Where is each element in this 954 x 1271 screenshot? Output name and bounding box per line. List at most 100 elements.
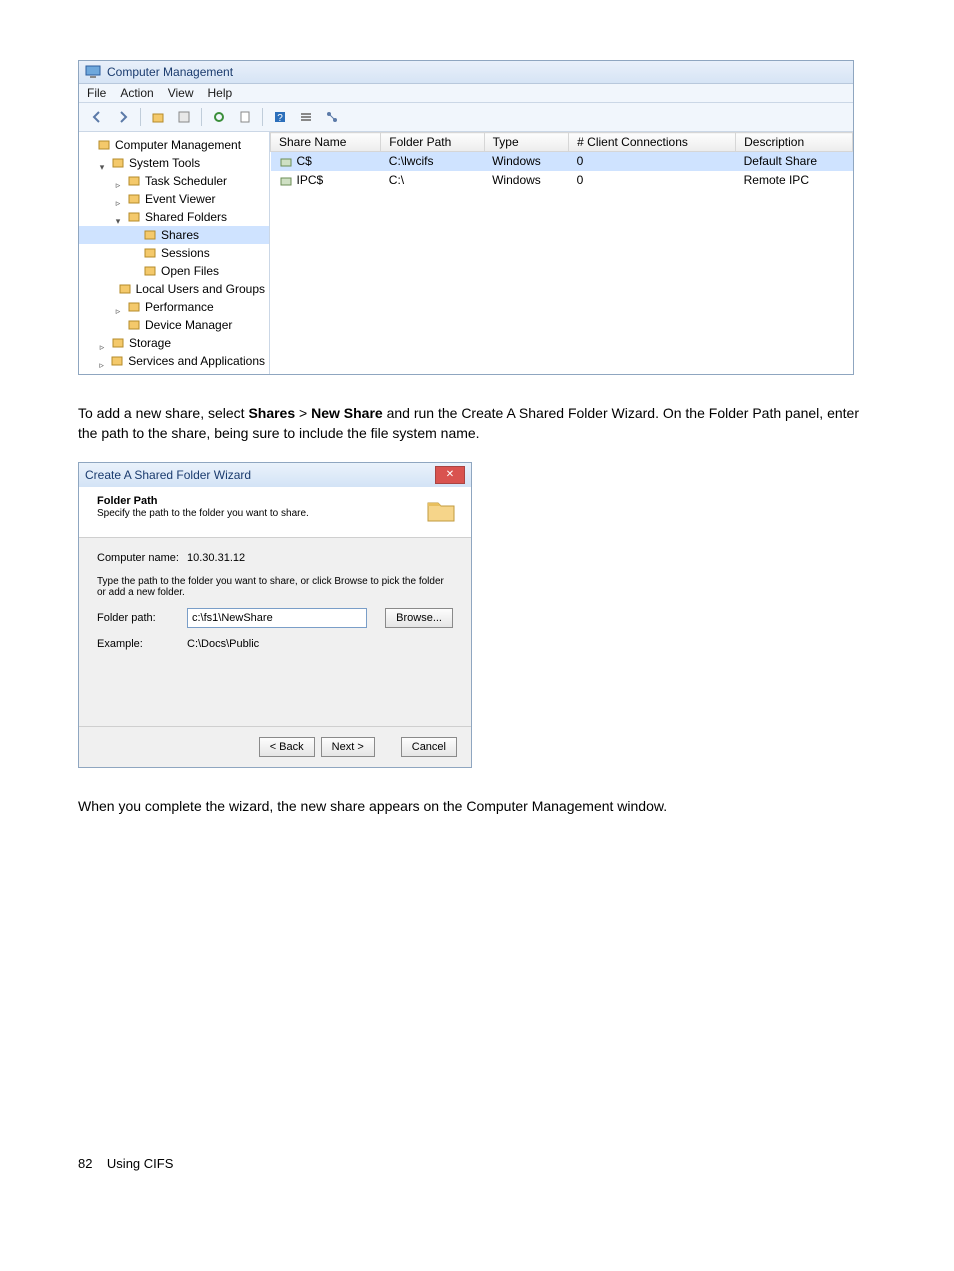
cm-titlebar: Computer Management xyxy=(79,61,853,84)
close-icon[interactable]: ✕ xyxy=(435,466,465,484)
wizard-titlebar: Create A Shared Folder Wizard ✕ xyxy=(79,463,471,487)
expand-icon[interactable] xyxy=(129,248,139,258)
cm-tree[interactable]: Computer Management ▾ System Tools ▹ Task Sc… xyxy=(79,132,270,374)
column-header[interactable]: Share Name xyxy=(271,133,381,152)
cm-menubar: File Action View Help xyxy=(79,84,853,103)
table-cell: 0 xyxy=(569,171,736,190)
refresh-icon[interactable] xyxy=(207,105,231,129)
example-label: Example: xyxy=(97,638,187,650)
share-item-icon xyxy=(279,174,293,188)
table-cell: C$ xyxy=(271,152,381,171)
folder-path-input[interactable] xyxy=(187,608,367,628)
table-cell: Default Share xyxy=(736,152,853,171)
browse-button[interactable]: Browse... xyxy=(385,608,453,628)
tree-item[interactable]: Sessions xyxy=(79,244,269,262)
toolbar-separator xyxy=(201,108,202,126)
column-header[interactable]: Description xyxy=(736,133,853,152)
share-item-icon xyxy=(143,246,157,260)
toolbar-separator xyxy=(140,108,141,126)
cm-toolbar: ? xyxy=(79,103,853,132)
tree-item[interactable]: Computer Management xyxy=(79,136,269,154)
table-cell: Windows xyxy=(484,171,569,190)
wizard-title: Create A Shared Folder Wizard xyxy=(85,468,251,482)
next-button[interactable]: Next > xyxy=(321,737,375,757)
tree-item[interactable]: Local Users and Groups xyxy=(79,280,269,298)
expand-icon[interactable] xyxy=(113,320,123,330)
tree-item-label: Storage xyxy=(129,334,171,352)
expand-icon[interactable] xyxy=(129,230,139,240)
menu-help[interactable]: Help xyxy=(208,86,233,100)
tree-item-label: System Tools xyxy=(129,154,200,172)
services-icon xyxy=(110,354,124,368)
tree-item-label: Task Scheduler xyxy=(145,172,227,190)
tree-item-label: Services and Applications xyxy=(128,352,265,370)
column-header[interactable]: # Client Connections xyxy=(569,133,736,152)
computer-management-window: Computer Management File Action View Hel… xyxy=(78,60,854,375)
properties-icon[interactable] xyxy=(172,105,196,129)
toolbar-separator xyxy=(262,108,263,126)
tree-item[interactable]: ▹ Services and Applications xyxy=(79,352,269,370)
expand-icon[interactable]: ▹ xyxy=(113,176,123,186)
tree-item[interactable]: ▹ Storage xyxy=(79,334,269,352)
table-cell: C:\lwcifs xyxy=(381,152,484,171)
cm-list[interactable]: Share NameFolder PathType# Client Connec… xyxy=(270,132,853,374)
share-icon[interactable] xyxy=(320,105,344,129)
tree-item[interactable]: ▾ Shared Folders xyxy=(79,208,269,226)
expand-icon[interactable]: ▹ xyxy=(97,356,106,366)
tree-item[interactable]: Shares xyxy=(79,226,269,244)
cancel-button[interactable]: Cancel xyxy=(401,737,457,757)
page-footer: 82 Using CIFS xyxy=(78,1156,876,1171)
clock-icon xyxy=(127,174,141,188)
expand-icon[interactable]: ▹ xyxy=(113,302,123,312)
share-item-icon xyxy=(143,228,157,242)
expand-icon[interactable]: ▹ xyxy=(113,194,123,204)
folder-shared-icon xyxy=(127,210,141,224)
table-cell: IPC$ xyxy=(271,171,381,190)
cm-title: Computer Management xyxy=(107,65,233,79)
tree-item-label: Sessions xyxy=(161,244,210,262)
column-header[interactable]: Type xyxy=(484,133,569,152)
back-icon[interactable] xyxy=(85,105,109,129)
tree-item[interactable]: Device Manager xyxy=(79,316,269,334)
export-icon[interactable] xyxy=(233,105,257,129)
expand-icon[interactable] xyxy=(83,140,93,150)
device-icon xyxy=(127,318,141,332)
tree-item[interactable]: ▹ Event Viewer xyxy=(79,190,269,208)
share-item-icon xyxy=(143,264,157,278)
tree-item[interactable]: Open Files xyxy=(79,262,269,280)
perf-icon xyxy=(127,300,141,314)
tree-item-label: Device Manager xyxy=(145,316,232,334)
folder-path-label: Folder path: xyxy=(97,612,187,624)
table-cell: Remote IPC xyxy=(736,171,853,190)
expand-icon[interactable]: ▾ xyxy=(97,158,107,168)
table-cell: C:\ xyxy=(381,171,484,190)
menu-action[interactable]: Action xyxy=(120,86,153,100)
menu-view[interactable]: View xyxy=(168,86,194,100)
instruction-paragraph-2: When you complete the wizard, the new sh… xyxy=(78,796,876,816)
example-value: C:\Docs\Public xyxy=(187,638,259,650)
wrench-icon xyxy=(111,156,125,170)
event-icon xyxy=(127,192,141,206)
tree-item[interactable]: ▾ System Tools xyxy=(79,154,269,172)
wizard-footer: < Back Next > Cancel xyxy=(79,726,471,767)
help-icon[interactable]: ? xyxy=(268,105,292,129)
menu-file[interactable]: File xyxy=(87,86,106,100)
tree-item-label: Shared Folders xyxy=(145,208,227,226)
tree-item[interactable]: ▹Performance xyxy=(79,298,269,316)
back-button[interactable]: < Back xyxy=(259,737,315,757)
expand-icon[interactable] xyxy=(113,284,114,294)
tree-item-label: Local Users and Groups xyxy=(136,280,265,298)
tree-item[interactable]: ▹ Task Scheduler xyxy=(79,172,269,190)
tree-item-label: Computer Management xyxy=(115,136,241,154)
expand-icon[interactable] xyxy=(129,266,139,276)
table-row[interactable]: C$C:\lwcifsWindows0Default Share xyxy=(271,152,853,171)
up-icon[interactable] xyxy=(146,105,170,129)
expand-icon[interactable]: ▹ xyxy=(97,338,107,348)
column-header[interactable]: Folder Path xyxy=(381,133,484,152)
tree-item-label: Event Viewer xyxy=(145,190,215,208)
forward-icon[interactable] xyxy=(111,105,135,129)
table-row[interactable]: IPC$C:\Windows0Remote IPC xyxy=(271,171,853,190)
expand-icon[interactable]: ▾ xyxy=(113,212,123,222)
wizard-header: Folder Path Specify the path to the fold… xyxy=(79,487,471,538)
list-icon[interactable] xyxy=(294,105,318,129)
